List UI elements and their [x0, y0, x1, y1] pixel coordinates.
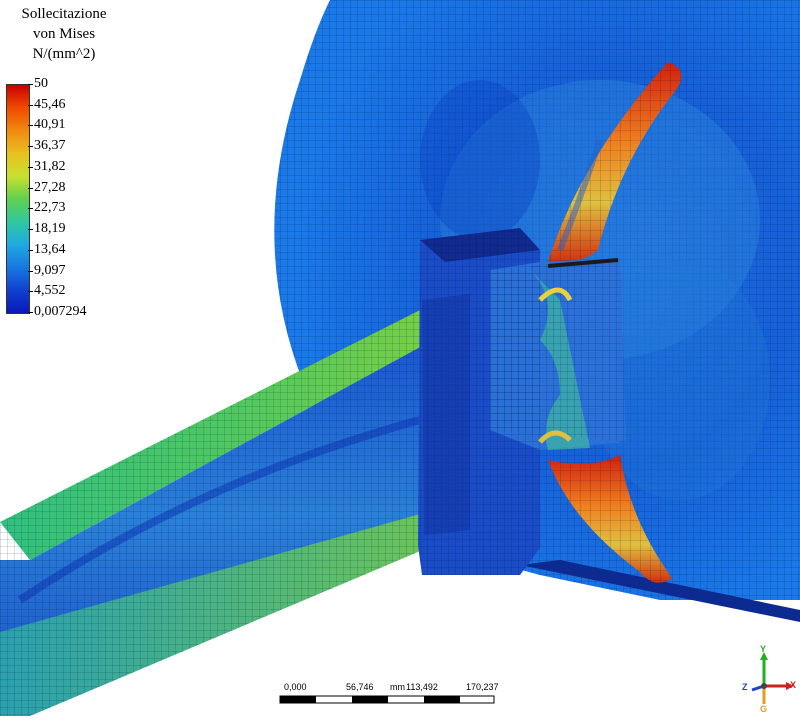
scale-label-1: 56,746	[346, 682, 374, 692]
legend-tick-label: 27,28	[34, 179, 66, 195]
legend-tick-mark	[28, 312, 33, 313]
legend-tick-label: 4,552	[34, 283, 66, 299]
legend-tick-label: 0,007294	[34, 304, 87, 319]
legend-tick-mark	[28, 291, 33, 293]
legend-tick-label: 50	[34, 76, 48, 91]
axis-z-label: Z	[742, 682, 748, 692]
legend-tick-label: 45,46	[34, 96, 66, 112]
scale-label-0: 0,000	[284, 682, 307, 692]
legend-tick-mark	[28, 249, 33, 251]
legend-tick-label: 22,73	[34, 200, 66, 216]
legend-tick-label: 9,097	[34, 262, 66, 278]
legend-tick-mark	[28, 125, 33, 127]
scale-ruler	[279, 695, 495, 704]
legend-tick-mark	[28, 166, 33, 168]
axis-g-label: G	[760, 704, 768, 714]
legend-tick-label: 13,64	[34, 241, 66, 257]
scale-label-3: 170,237	[466, 682, 499, 692]
axis-x-label: X	[790, 680, 797, 690]
legend-tick-label: 36,37	[34, 138, 66, 154]
legend-title: Sollecitazione	[21, 6, 107, 22]
legend-units: N/(mm^2)	[32, 46, 96, 62]
scale-bar: 0,000 56,746 mm 113,492 170,237	[270, 682, 502, 708]
legend-tick-mark	[28, 84, 33, 85]
scale-unit: mm	[390, 682, 405, 692]
legend-tick-mark	[28, 104, 33, 106]
legend-tick-label: 31,82	[34, 158, 66, 174]
color-scale-bar	[6, 84, 30, 314]
legend-subtitle: von Mises	[32, 26, 96, 42]
legend-tick-mark	[28, 270, 33, 272]
legend-tick-mark	[28, 146, 33, 148]
legend-tick-label: 40,91	[34, 117, 66, 133]
axis-y-label: Y	[760, 644, 767, 654]
axis-triad[interactable]: Y X Z G	[738, 644, 800, 716]
legend-tick-mark	[28, 187, 33, 189]
legend-tick-mark	[28, 208, 33, 210]
stress-legend: Sollecitazione von Mises N/(mm^2) 50 45,4…	[0, 0, 130, 330]
tube-bar	[0, 300, 470, 716]
legend-tick-label: 18,19	[34, 221, 66, 237]
scale-label-2: 113,492	[406, 682, 438, 692]
legend-tick-mark	[28, 229, 33, 231]
